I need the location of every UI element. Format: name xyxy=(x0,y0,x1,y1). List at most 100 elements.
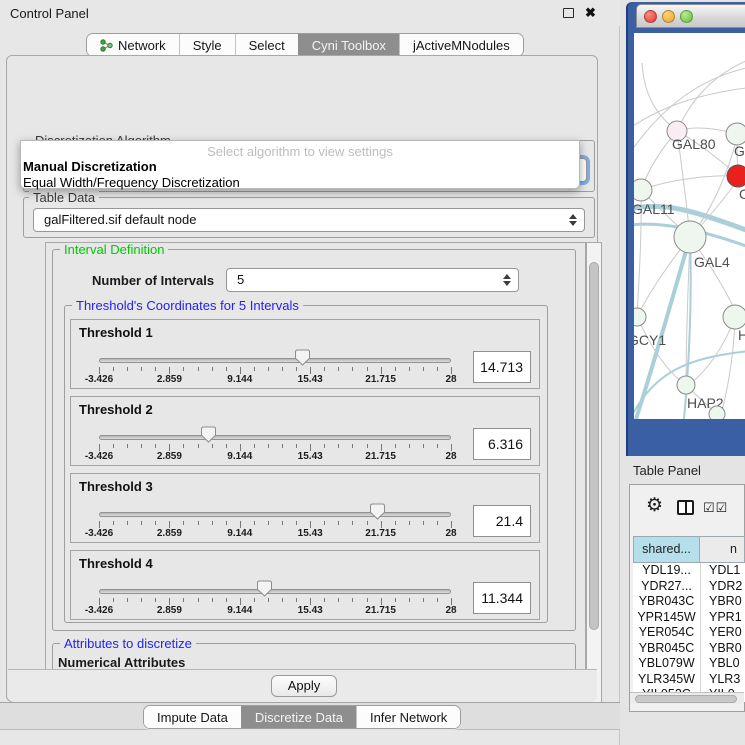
tab-label: Cyni Toolbox xyxy=(312,38,386,53)
scale-label: 21.715 xyxy=(365,374,396,385)
apply-row: Apply xyxy=(8,669,597,702)
vertical-scrollbar[interactable] xyxy=(586,242,602,724)
table-row[interactable]: YBR043CYBR0 xyxy=(633,594,745,610)
column-divider xyxy=(700,563,701,692)
threshold-value-field[interactable]: 11.344 xyxy=(473,582,531,614)
shared-name-cell: YBR043C xyxy=(633,594,700,610)
slider-track[interactable] xyxy=(99,589,451,594)
network-node[interactable] xyxy=(727,165,745,187)
tab-label: jActiveMNodules xyxy=(413,38,510,53)
network-window-titlebar[interactable] xyxy=(636,4,745,28)
name-cell: YBR0 xyxy=(700,641,742,657)
slider-scale-labels: -3.4262.8599.14415.4321.71528 xyxy=(99,528,451,540)
name-cell: YDR2 xyxy=(700,579,742,595)
gear-icon[interactable]: ⚙ xyxy=(646,496,663,515)
tab-select[interactable]: Select xyxy=(235,34,298,56)
threshold-label: Threshold 1 xyxy=(79,325,153,340)
table-row[interactable]: YBL079WYBL0 xyxy=(633,656,745,672)
column-header-name[interactable]: n xyxy=(700,536,745,563)
slider-scale-labels: -3.4262.8599.14415.4321.71528 xyxy=(99,451,451,463)
close-traffic-light-icon[interactable] xyxy=(644,10,657,23)
table-data-value: galFiltered.sif default node xyxy=(44,212,196,227)
zoom-traffic-light-icon[interactable] xyxy=(680,10,693,23)
shared-name-cell: YBL079W xyxy=(633,656,700,672)
tab-network[interactable]: Network xyxy=(87,34,179,56)
control-panel: Control Panel ✖ NetworkStyleSelect Cyni T… xyxy=(0,0,620,745)
tab-discretize-data[interactable]: Discretize Data xyxy=(241,706,356,728)
table-data-legend: Table Data xyxy=(29,190,99,205)
float-icon[interactable] xyxy=(563,8,574,18)
table-row[interactable]: YDL19...YDL1 xyxy=(633,563,745,579)
node-label: H xyxy=(738,327,745,343)
control-panel-titlebar: Control Panel ✖ xyxy=(0,0,620,26)
scale-label: 28 xyxy=(445,451,456,462)
network-node[interactable] xyxy=(634,308,646,326)
name-cell: YPR1 xyxy=(700,610,742,626)
dropdown-item[interactable]: Equal Width/Frequency Discretization xyxy=(23,175,240,190)
attributes-legend: Attributes to discretize xyxy=(60,636,196,651)
table-row[interactable]: YLR345WYLR3 xyxy=(633,672,745,688)
slider-scale-labels: -3.4262.8599.14415.4321.71528 xyxy=(99,374,451,386)
bottom-tab-bar: Impute Data Discretize DataInfer Network xyxy=(143,705,461,729)
threshold-value-field[interactable]: 14.713 xyxy=(473,351,531,383)
slider-track[interactable] xyxy=(99,512,451,517)
table-row[interactable]: YDR27...YDR2 xyxy=(633,579,745,595)
network-node[interactable] xyxy=(677,376,695,394)
number-of-intervals-combobox[interactable]: 5 xyxy=(226,268,519,292)
cyni-toolbox-panel: Discretization Algorithm Select algorith… xyxy=(6,55,598,702)
network-node[interactable] xyxy=(634,179,652,201)
name-cell: YDL1 xyxy=(700,563,740,579)
tab-label: Impute Data xyxy=(157,710,228,725)
network-view-canvas[interactable]: GAL80GCGAL11GAL4GCY1HHAP2 xyxy=(634,33,745,419)
top-tab-bar: NetworkStyleSelect Cyni Toolbox jActiveMNo… xyxy=(86,33,524,57)
slider-track[interactable] xyxy=(99,435,451,440)
network-node[interactable] xyxy=(709,406,725,419)
node-label: C xyxy=(739,186,745,202)
tab-jactivemnodules[interactable]: jActiveMNodules xyxy=(399,34,523,56)
minimize-traffic-light-icon[interactable] xyxy=(662,10,675,23)
checkbox-icons[interactable]: ☑☑ xyxy=(703,500,728,516)
horizontal-scrollbar[interactable] xyxy=(630,692,744,704)
table-row[interactable]: YBR045CYBR0 xyxy=(633,641,745,657)
tab-impute-data[interactable]: Impute Data xyxy=(144,706,241,728)
tab-style[interactable]: Style xyxy=(179,34,235,56)
shared-name-cell: YDR27... xyxy=(633,579,700,595)
tab-infer-network[interactable]: Infer Network xyxy=(356,706,460,728)
threshold-value-field[interactable]: 6.316 xyxy=(473,428,531,460)
apply-button[interactable]: Apply xyxy=(271,675,337,697)
threshold-panel: Threshold 1 -3.4262.8599.14415.4321.71528… xyxy=(70,319,540,389)
scrollbar-thumb[interactable] xyxy=(635,695,737,703)
network-node[interactable] xyxy=(723,305,745,329)
table-row[interactable]: YER054CYER0 xyxy=(633,625,745,641)
scale-label: 9.144 xyxy=(227,374,252,385)
scale-label: -3.426 xyxy=(85,605,113,616)
scrollbar-thumb[interactable] xyxy=(589,262,599,630)
network-icon xyxy=(100,39,113,52)
table-data-combobox[interactable]: galFiltered.sif default node xyxy=(33,208,585,232)
table-row[interactable]: YPR145WYPR1 xyxy=(633,610,745,626)
dropdown-item[interactable]: Manual Discretization xyxy=(23,159,157,174)
tab-cyni-toolbox[interactable]: Cyni Toolbox xyxy=(298,34,399,56)
node-table-rows[interactable]: YDL19...YDL1YDR27...YDR2YBR043CYBR0YPR14… xyxy=(633,563,745,702)
threshold-value: 6.316 xyxy=(474,429,530,459)
slider-thumb[interactable] xyxy=(201,426,216,443)
column-header-shared[interactable]: shared... xyxy=(633,536,700,563)
slider-thumb[interactable] xyxy=(257,580,272,597)
table-panel-title: Table Panel xyxy=(633,463,701,478)
slider-thumb[interactable] xyxy=(370,503,385,520)
threshold-value-field[interactable]: 21.4 xyxy=(473,505,531,537)
network-node[interactable] xyxy=(674,221,706,253)
interval-definition-legend: Interval Definition xyxy=(60,242,168,257)
split-columns-icon[interactable] xyxy=(677,500,694,515)
network-node[interactable] xyxy=(726,123,745,145)
close-icon[interactable]: ✖ xyxy=(585,5,596,21)
network-graph: GAL80GCGAL11GAL4GCY1HHAP2 xyxy=(634,33,745,419)
node-label: GCY1 xyxy=(634,332,666,348)
threshold-label: Threshold 3 xyxy=(79,479,153,494)
scale-label: -3.426 xyxy=(85,374,113,385)
slider-track[interactable] xyxy=(99,358,451,363)
shared-name-cell: YPR145W xyxy=(633,610,700,626)
panel-title: Control Panel xyxy=(10,6,89,21)
settings-scrollpane: Interval Definition Number of Intervals … xyxy=(45,242,586,724)
slider-thumb[interactable] xyxy=(295,349,310,366)
